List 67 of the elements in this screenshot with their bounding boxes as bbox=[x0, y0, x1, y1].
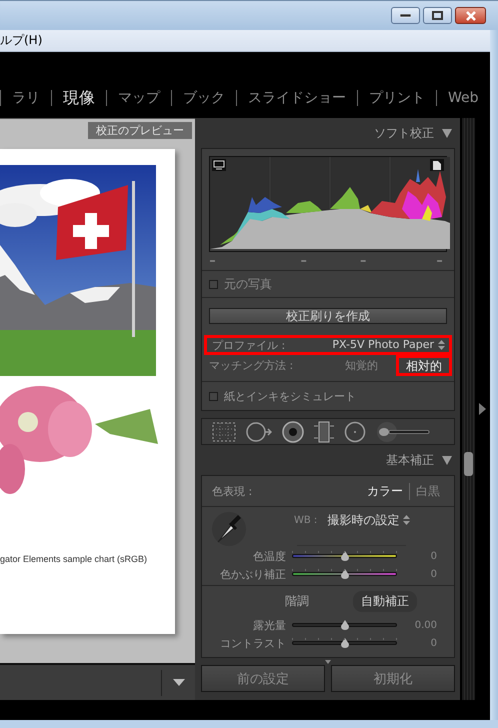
monitor-icon[interactable] bbox=[212, 159, 226, 171]
slider-value: 0.00 bbox=[414, 620, 437, 630]
slider-thumb[interactable] bbox=[340, 638, 350, 648]
profile-dropdown[interactable]: PX-5V Photo Paper bbox=[332, 338, 445, 352]
intent-option[interactable]: 相対的 bbox=[396, 355, 452, 376]
checkbox-label: 紙とインキをシミュレート bbox=[224, 388, 356, 404]
slider-value: 0 bbox=[430, 568, 437, 580]
page-icon[interactable] bbox=[430, 159, 444, 171]
dropdown-caret-icon[interactable] bbox=[173, 679, 185, 686]
maximize-button[interactable] bbox=[423, 7, 452, 24]
scrollbar-thumb[interactable] bbox=[464, 452, 473, 476]
brush-icon[interactable] bbox=[376, 420, 430, 442]
slider-thumb[interactable] bbox=[340, 620, 350, 630]
circle-icon[interactable] bbox=[344, 420, 366, 442]
intent-label: マッチング方法 : bbox=[209, 358, 294, 373]
wb-label: WB : bbox=[294, 514, 318, 526]
slider[interactable] bbox=[292, 638, 397, 648]
notch-icon bbox=[325, 660, 331, 664]
maximize-icon bbox=[432, 11, 443, 20]
checkbox[interactable] bbox=[209, 392, 218, 400]
module-tab[interactable]: 現像 bbox=[51, 90, 106, 106]
slider[interactable] bbox=[292, 551, 397, 561]
proof-preview-label: 校正のプレビュー bbox=[88, 122, 192, 139]
slider-label: コントラスト bbox=[219, 636, 286, 650]
slider-thumb[interactable] bbox=[340, 551, 350, 561]
graduated-filter-icon[interactable] bbox=[314, 420, 334, 442]
slider-value: 0 bbox=[430, 550, 437, 562]
slider[interactable] bbox=[292, 620, 397, 630]
slider-label: 色かぶり補正 bbox=[219, 566, 286, 582]
spot-removal-icon[interactable] bbox=[246, 420, 272, 442]
panel-title: 基本補正 bbox=[386, 452, 434, 468]
treatment-option[interactable]: カラー bbox=[361, 482, 409, 500]
slider-label: 露光量 bbox=[252, 618, 286, 632]
menu-item[interactable]: ルプ(H) bbox=[0, 32, 46, 49]
collapse-icon[interactable] bbox=[442, 456, 452, 464]
minimize-button[interactable] bbox=[391, 7, 420, 24]
module-tab[interactable]: プリント bbox=[357, 90, 436, 106]
histogram-channel-area bbox=[416, 169, 420, 182]
updown-icon bbox=[403, 515, 410, 525]
updown-icon bbox=[438, 340, 445, 350]
panel-title: ソフト校正 bbox=[374, 124, 434, 142]
slider[interactable] bbox=[292, 569, 397, 579]
eyedropper-icon[interactable] bbox=[212, 512, 246, 546]
profile-label: プロファイル : bbox=[212, 338, 286, 352]
close-icon bbox=[464, 10, 476, 20]
crop-icon[interactable] bbox=[212, 422, 236, 442]
create-proof-button[interactable]: 校正刷りを作成 bbox=[209, 308, 447, 324]
collapse-icon[interactable] bbox=[442, 128, 452, 138]
checkbox-label: 元の写真 bbox=[224, 276, 272, 292]
close-button[interactable] bbox=[455, 7, 486, 24]
scrollbar[interactable] bbox=[462, 118, 475, 700]
slider-value: 0 bbox=[430, 638, 437, 648]
checkbox[interactable] bbox=[209, 280, 218, 288]
module-tab[interactable]: ブック bbox=[171, 90, 236, 106]
auto-tone-button[interactable]: 自動補正 bbox=[353, 591, 417, 612]
expand-panel-icon[interactable] bbox=[479, 403, 486, 415]
eye-icon[interactable] bbox=[282, 420, 304, 442]
treatment-label: 色表現 : bbox=[212, 484, 254, 498]
minimize-icon bbox=[400, 14, 411, 18]
chart-caption: gator Elements sample chart (sRGB) bbox=[0, 554, 148, 564]
wb-dropdown[interactable]: 撮影時の設定 bbox=[327, 512, 410, 528]
module-tab[interactable]: スライドショー bbox=[236, 90, 357, 106]
tone-label: 階調 bbox=[285, 593, 309, 610]
module-tab[interactable]: ラリ bbox=[0, 90, 51, 106]
module-tab[interactable]: マップ bbox=[106, 90, 171, 106]
slider-label: 色温度 bbox=[252, 548, 286, 564]
slider-thumb[interactable] bbox=[340, 569, 350, 579]
